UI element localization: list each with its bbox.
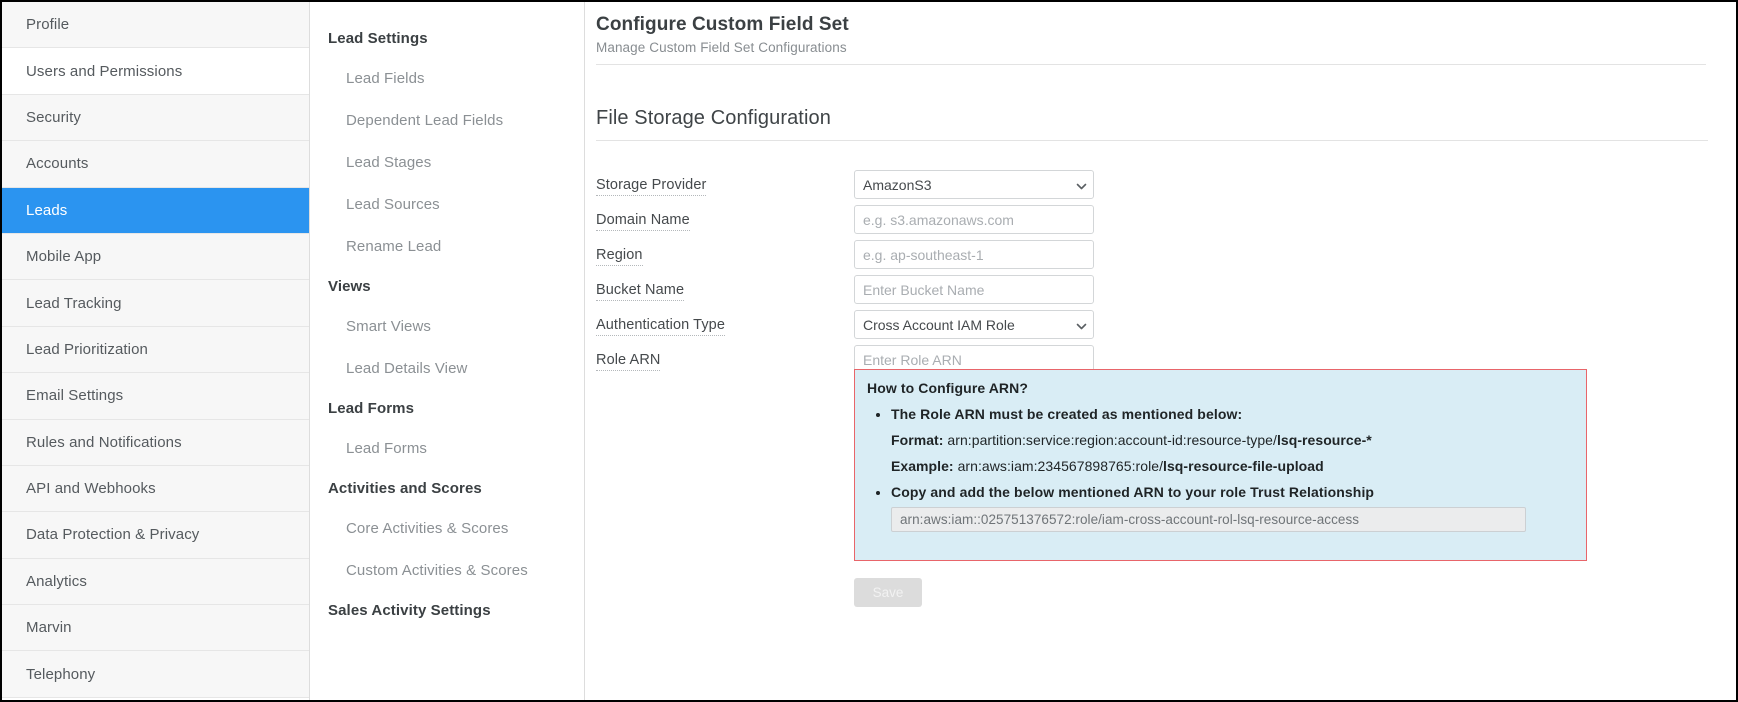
sidebar-item-label: Security — [26, 109, 81, 126]
subnav-item-lead-fields[interactable]: Lead Fields — [310, 58, 584, 100]
domain-name-label-text: Domain Name — [596, 212, 690, 231]
example-value-plain: arn:aws:iam:234567898765:role/ — [954, 458, 1163, 474]
app-window: Profile Users and Permissions Security Acco… — [0, 0, 1738, 702]
authentication-type-control: Cross Account IAM Role — [854, 310, 1094, 339]
authentication-type-select[interactable]: Cross Account IAM Role — [854, 310, 1094, 339]
subnav-item-core-activities-scores[interactable]: Core Activities & Scores — [310, 508, 584, 550]
storage-provider-select[interactable]: AmazonS3 — [854, 170, 1094, 199]
sidebar-item-label: Telephony — [26, 666, 95, 683]
callout-bullet-2: Copy and add the below mentioned ARN to … — [891, 484, 1572, 532]
sidebar-item-label: Accounts — [26, 155, 89, 172]
sidebar-item-label: Lead Prioritization — [26, 341, 148, 358]
lead-settings-subnav: Lead SettingsLead FieldsDependent Lead F… — [310, 2, 585, 700]
subnav-item-lead-details-view[interactable]: Lead Details View — [310, 348, 584, 390]
sidebar-item-label: Email Settings — [26, 387, 123, 404]
subnav-item-rename-lead[interactable]: Rename Lead — [310, 226, 584, 268]
page-title: Configure Custom Field Set — [596, 14, 1706, 36]
form-row-authentication-type: Authentication Type Cross Account IAM Ro… — [596, 307, 1708, 342]
save-button[interactable]: Save — [854, 578, 922, 607]
settings-layout: Profile Users and Permissions Security Acco… — [2, 2, 1736, 700]
sidebar-item-security[interactable]: Security — [2, 95, 309, 141]
sidebar-item-label: Profile — [26, 16, 69, 33]
subnav-group-views: Views — [310, 268, 584, 306]
sidebar-item-label: Users and Permissions — [26, 63, 182, 80]
callout-list: The Role ARN must be created as mentione… — [867, 406, 1572, 532]
format-line: Format: arn:partition:service:region:acc… — [891, 432, 1572, 448]
sidebar-item-mobile-app[interactable]: Mobile App — [2, 234, 309, 280]
format-value-bold: lsq-resource-* — [1277, 432, 1372, 448]
example-label: Example: — [891, 458, 954, 474]
authentication-type-label-text: Authentication Type — [596, 317, 725, 336]
storage-provider-label-text: Storage Provider — [596, 177, 706, 196]
subnav-item-smart-views[interactable]: Smart Views — [310, 306, 584, 348]
bucket-name-input[interactable] — [854, 275, 1094, 304]
subnav-group-sales-activity-settings: Sales Activity Settings — [310, 592, 584, 630]
sidebar-item-label: API and Webhooks — [26, 480, 156, 497]
page-header: Configure Custom Field Set Manage Custom… — [596, 12, 1706, 65]
storage-provider-control: AmazonS3 — [854, 170, 1094, 199]
domain-name-control — [854, 205, 1094, 234]
sidebar-item-profile[interactable]: Profile — [2, 2, 309, 48]
subnav-item-dependent-lead-fields[interactable]: Dependent Lead Fields — [310, 100, 584, 142]
region-input[interactable] — [854, 240, 1094, 269]
form-row-region: Region — [596, 237, 1708, 272]
sidebar-item-analytics[interactable]: Analytics — [2, 559, 309, 605]
sidebar-item-marvin[interactable]: Marvin — [2, 605, 309, 651]
callout-bullet-2-text: Copy and add the below mentioned ARN to … — [891, 484, 1374, 500]
settings-sidebar: Profile Users and Permissions Security Acco… — [2, 2, 310, 700]
authentication-type-label: Authentication Type — [596, 317, 854, 333]
domain-name-input[interactable] — [854, 205, 1094, 234]
sidebar-item-label: Mobile App — [26, 248, 101, 265]
subnav-item-lead-forms[interactable]: Lead Forms — [310, 428, 584, 470]
sidebar-item-accounts[interactable]: Accounts — [2, 141, 309, 187]
bucket-name-label-text: Bucket Name — [596, 282, 684, 301]
callout-bullet-1-text: The Role ARN must be created as mentione… — [891, 406, 1242, 422]
form-row-storage-provider: Storage Provider AmazonS3 — [596, 167, 1708, 202]
section-title: File Storage Configuration — [596, 107, 1708, 141]
sidebar-item-label: Lead Tracking — [26, 295, 122, 312]
sidebar-item-email-settings[interactable]: Email Settings — [2, 373, 309, 419]
storage-provider-label: Storage Provider — [596, 177, 854, 193]
file-storage-form: Storage Provider AmazonS3 Domain Name — [596, 167, 1708, 377]
sidebar-item-leads[interactable]: Leads — [2, 188, 309, 234]
callout-bullet-1: The Role ARN must be created as mentione… — [891, 406, 1572, 474]
page-subtitle: Manage Custom Field Set Configurations — [596, 40, 1706, 55]
bucket-name-label: Bucket Name — [596, 282, 854, 298]
example-value-bold: lsq-resource-file-upload — [1163, 458, 1324, 474]
role-arn-label-text: Role ARN — [596, 352, 660, 371]
example-line: Example: arn:aws:iam:234567898765:role/l… — [891, 458, 1572, 474]
format-label: Format: — [891, 432, 943, 448]
subnav-item-custom-activities-scores[interactable]: Custom Activities & Scores — [310, 550, 584, 592]
sidebar-item-label: Analytics — [26, 573, 87, 590]
sidebar-item-label: Leads — [26, 202, 67, 219]
sidebar-item-label: Data Protection & Privacy — [26, 526, 199, 543]
sidebar-item-api-and-webhooks[interactable]: API and Webhooks — [2, 466, 309, 512]
region-label-text: Region — [596, 247, 643, 266]
subnav-item-lead-stages[interactable]: Lead Stages — [310, 142, 584, 184]
format-value-plain: arn:partition:service:region:account-id:… — [943, 432, 1276, 448]
sidebar-item-rules-and-notifications[interactable]: Rules and Notifications — [2, 420, 309, 466]
form-row-domain-name: Domain Name — [596, 202, 1708, 237]
region-label: Region — [596, 247, 854, 263]
region-control — [854, 240, 1094, 269]
main-content: Configure Custom Field Set Manage Custom… — [585, 2, 1736, 700]
sidebar-item-users-and-permissions[interactable]: Users and Permissions — [2, 48, 309, 94]
form-row-bucket-name: Bucket Name — [596, 272, 1708, 307]
subnav-group-lead-forms: Lead Forms — [310, 390, 584, 428]
bucket-name-control — [854, 275, 1094, 304]
trust-relationship-arn-value[interactable]: arn:aws:iam::025751376572:role/iam-cross… — [891, 507, 1526, 532]
sidebar-item-data-protection-privacy[interactable]: Data Protection & Privacy — [2, 512, 309, 558]
arn-help-callout: How to Configure ARN? The Role ARN must … — [854, 369, 1587, 561]
role-arn-label: Role ARN — [596, 352, 854, 368]
subnav-group-lead-settings: Lead Settings — [310, 20, 584, 58]
sidebar-item-lead-tracking[interactable]: Lead Tracking — [2, 280, 309, 326]
callout-title: How to Configure ARN? — [867, 380, 1572, 396]
sidebar-item-telephony[interactable]: Telephony — [2, 651, 309, 697]
subnav-group-activities-and-scores: Activities and Scores — [310, 470, 584, 508]
sidebar-item-label: Marvin — [26, 619, 72, 636]
subnav-item-lead-sources[interactable]: Lead Sources — [310, 184, 584, 226]
sidebar-item-lead-prioritization[interactable]: Lead Prioritization — [2, 327, 309, 373]
sidebar-item-label: Rules and Notifications — [26, 434, 182, 451]
domain-name-label: Domain Name — [596, 212, 854, 228]
